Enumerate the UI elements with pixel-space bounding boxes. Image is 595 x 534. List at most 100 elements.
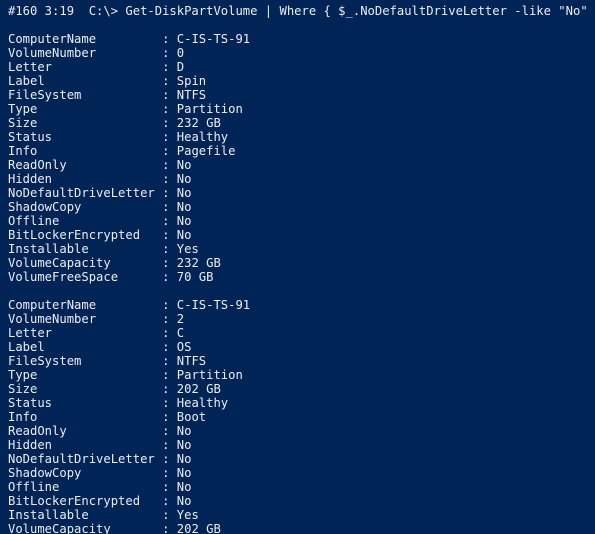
- property-value: 202 GB: [176, 522, 221, 534]
- property-row: Info : Pagefile: [8, 144, 595, 158]
- property-separator: :: [154, 144, 177, 158]
- property-row: NoDefaultDriveLetter : No: [8, 452, 595, 466]
- powershell-console[interactable]: #160 3:19 C:\> Get-DiskPartVolume | Wher…: [0, 0, 595, 534]
- property-value: D: [176, 60, 185, 74]
- property-separator: :: [154, 270, 177, 284]
- property-label: Info: [8, 144, 155, 158]
- property-separator: :: [154, 214, 177, 228]
- property-label: VolumeNumber: [8, 312, 155, 326]
- property-value: No: [176, 452, 192, 466]
- property-label: Offline: [8, 480, 155, 494]
- property-value: NTFS: [176, 354, 207, 368]
- property-separator: :: [154, 312, 177, 326]
- property-label: Status: [8, 396, 155, 410]
- property-value: No: [176, 466, 192, 480]
- property-label: Offline: [8, 214, 155, 228]
- property-row: Label : Spin: [8, 74, 595, 88]
- property-separator: :: [154, 242, 177, 256]
- property-separator: :: [154, 186, 177, 200]
- property-label: Label: [8, 340, 155, 354]
- property-value: No: [176, 438, 192, 452]
- property-label: VolumeNumber: [8, 46, 155, 60]
- property-label: BitLockerEncrypted: [8, 228, 155, 242]
- property-separator: :: [154, 116, 177, 130]
- property-row: ShadowCopy : No: [8, 466, 595, 480]
- property-separator: :: [154, 368, 177, 382]
- property-row: ComputerName : C-IS-TS-91: [8, 298, 595, 312]
- property-label: ShadowCopy: [8, 200, 155, 214]
- property-separator: :: [154, 60, 177, 74]
- property-label: Size: [8, 116, 155, 130]
- property-value: Partition: [176, 102, 243, 116]
- property-label: ReadOnly: [8, 424, 155, 438]
- property-label: VolumeCapacity: [8, 256, 155, 270]
- record-separator: [8, 284, 595, 298]
- property-label: BitLockerEncrypted: [8, 494, 155, 508]
- property-value: No: [176, 158, 192, 172]
- property-separator: :: [154, 522, 177, 534]
- property-value: NTFS: [176, 88, 207, 102]
- property-label: Hidden: [8, 172, 155, 186]
- property-separator: :: [154, 158, 177, 172]
- property-row: Installable : Yes: [8, 508, 595, 522]
- property-label: NoDefaultDriveLetter: [8, 186, 155, 200]
- property-label: Type: [8, 368, 155, 382]
- property-row: FileSystem : NTFS: [8, 88, 595, 102]
- property-separator: :: [154, 32, 177, 46]
- property-separator: :: [154, 424, 177, 438]
- property-label: ComputerName: [8, 32, 155, 46]
- property-row: VolumeCapacity : 202 GB: [8, 522, 595, 534]
- property-label: FileSystem: [8, 354, 155, 368]
- property-label: Label: [8, 74, 155, 88]
- property-separator: :: [154, 74, 177, 88]
- property-label: NoDefaultDriveLetter: [8, 452, 155, 466]
- property-row: Status : Healthy: [8, 396, 595, 410]
- property-row: Info : Boot: [8, 410, 595, 424]
- property-separator: :: [154, 46, 177, 60]
- property-separator: :: [154, 256, 177, 270]
- property-separator: :: [154, 452, 177, 466]
- property-value: No: [176, 424, 192, 438]
- property-value: Yes: [176, 242, 199, 256]
- property-label: Installable: [8, 508, 155, 522]
- property-row: Hidden : No: [8, 172, 595, 186]
- property-value: 232 GB: [176, 256, 221, 270]
- property-separator: :: [154, 480, 177, 494]
- property-row: Installable : Yes: [8, 242, 595, 256]
- property-value: No: [176, 172, 192, 186]
- property-value: No: [176, 200, 192, 214]
- property-value: 0: [176, 46, 185, 60]
- property-value: Yes: [176, 508, 199, 522]
- property-label: Type: [8, 102, 155, 116]
- property-label: FileSystem: [8, 88, 155, 102]
- property-row: Letter : D: [8, 60, 595, 74]
- property-label: Info: [8, 410, 155, 424]
- property-label: ShadowCopy: [8, 466, 155, 480]
- property-label: Installable: [8, 242, 155, 256]
- property-label: ReadOnly: [8, 158, 155, 172]
- property-value: Partition: [176, 368, 243, 382]
- property-separator: :: [154, 494, 177, 508]
- property-value: Boot: [176, 410, 207, 424]
- property-row: BitLockerEncrypted : No: [8, 494, 595, 508]
- property-separator: :: [154, 508, 177, 522]
- property-separator: :: [154, 228, 177, 242]
- property-label: VolumeFreeSpace: [8, 270, 155, 284]
- property-value: No: [176, 228, 192, 242]
- property-separator: :: [154, 172, 177, 186]
- property-value: No: [176, 494, 192, 508]
- property-value: Pagefile: [176, 144, 236, 158]
- property-row: Type : Partition: [8, 102, 595, 116]
- property-value: Healthy: [176, 130, 229, 144]
- property-value: C: [176, 326, 185, 340]
- property-separator: :: [154, 326, 177, 340]
- property-row: VolumeFreeSpace : 70 GB: [8, 270, 595, 284]
- property-value: C-IS-TS-91: [176, 298, 251, 312]
- command-prompt-line: #160 3:19 C:\> Get-DiskPartVolume | Wher…: [8, 4, 595, 18]
- property-row: ReadOnly : No: [8, 158, 595, 172]
- property-separator: :: [154, 130, 177, 144]
- property-row: BitLockerEncrypted : No: [8, 228, 595, 242]
- property-separator: :: [154, 438, 177, 452]
- property-separator: :: [154, 298, 177, 312]
